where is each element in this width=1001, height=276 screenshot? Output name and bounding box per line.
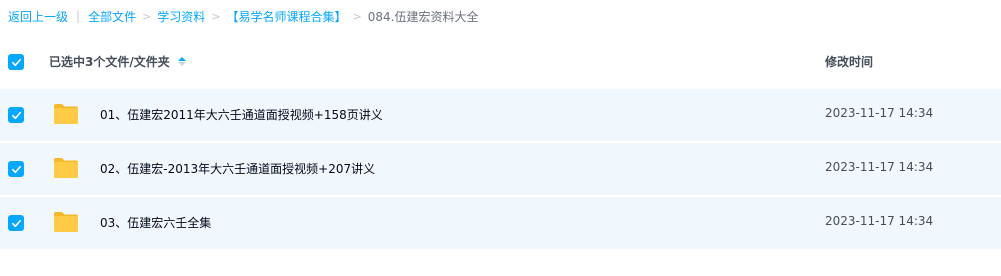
folder-icon (54, 212, 78, 232)
file-row[interactable]: 03、伍建宏六壬全集 2023-11-17 14:34 (0, 197, 1001, 249)
file-name[interactable]: 01、伍建宏2011年大六壬通道面授视频+158页讲义 (100, 106, 383, 123)
breadcrumb-divider: | (76, 9, 81, 23)
back-link[interactable]: 返回上一级 (8, 8, 68, 25)
folder-icon (54, 104, 78, 124)
selection-count-label: 已选中3个文件/文件夹 (49, 53, 186, 70)
file-modified-time: 2023-11-17 14:34 (825, 214, 934, 228)
breadcrumb-arrow: > (142, 9, 152, 23)
file-modified-time: 2023-11-17 14:34 (825, 160, 934, 174)
select-all-checkbox[interactable] (8, 54, 24, 70)
selection-count-text: 已选中3个文件/文件夹 (49, 55, 170, 69)
checkmark-icon (11, 219, 21, 227)
row-checkbox[interactable] (8, 215, 24, 231)
checkmark-icon (11, 165, 21, 173)
row-checkbox[interactable] (8, 107, 24, 123)
file-row[interactable]: 02、伍建宏-2013年大六壬通道面授视频+207讲义 2023-11-17 1… (0, 143, 1001, 195)
breadcrumb-course-collection[interactable]: 【易学名师课程合集】 (227, 8, 347, 25)
breadcrumb-arrow: > (211, 9, 221, 23)
checkmark-icon (11, 58, 21, 66)
row-checkbox[interactable] (8, 161, 24, 177)
file-name[interactable]: 02、伍建宏-2013年大六壬通道面授视频+207讲义 (100, 160, 375, 177)
breadcrumb-arrow: > (352, 9, 362, 23)
breadcrumb: 返回上一级 | 全部文件 > 学习资料 > 【易学名师课程合集】 > 084.伍… (8, 6, 479, 26)
file-row[interactable]: 01、伍建宏2011年大六壬通道面授视频+158页讲义 2023-11-17 1… (0, 89, 1001, 141)
breadcrumb-study-materials[interactable]: 学习资料 (157, 8, 205, 25)
folder-icon (54, 158, 78, 178)
checkmark-icon (11, 111, 21, 119)
file-list-header: 已选中3个文件/文件夹 修改时间 (0, 44, 1001, 78)
file-modified-time: 2023-11-17 14:34 (825, 106, 934, 120)
breadcrumb-current-folder: 084.伍建宏资料大全 (367, 9, 479, 24)
breadcrumb-all-files[interactable]: 全部文件 (88, 8, 136, 25)
modified-time-column-header[interactable]: 修改时间 (825, 53, 873, 70)
file-name[interactable]: 03、伍建宏六壬全集 (100, 214, 211, 231)
sort-icon[interactable] (177, 57, 186, 66)
